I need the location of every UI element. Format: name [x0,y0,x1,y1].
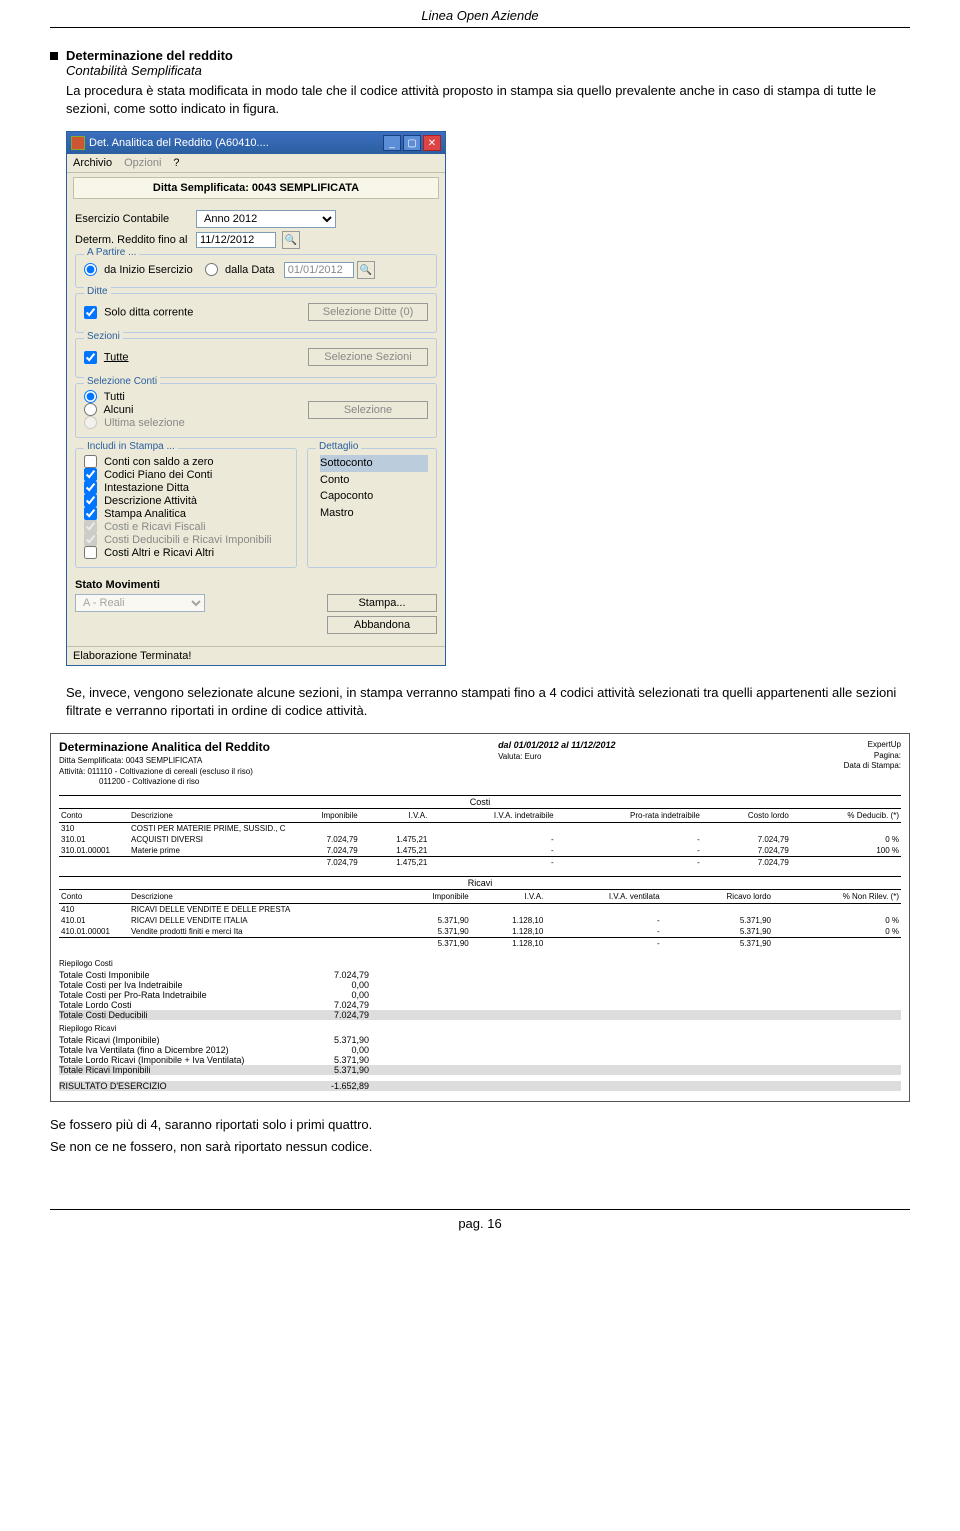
radio-ultima: Ultima selezione [84,417,185,429]
chk-saldo-zero[interactable]: Conti con saldo a zero [84,456,214,468]
app-window: Det. Analitica del Reddito (A60410.... _… [66,131,446,666]
report-period: dal 01/01/2012 al 11/12/2012 [498,740,615,750]
report-valuta: Valuta: Euro [498,752,615,762]
chk-stampa-analitica[interactable]: Stampa Analitica [84,508,186,520]
group-apartire-title: A Partire ... [84,247,139,258]
tree-sottoconto[interactable]: Sottoconto [320,455,428,472]
bullet-icon [50,52,58,60]
chk-costi-altri[interactable]: Costi Altri e Ricavi Altri [84,547,214,559]
costi-table: Conto Descrizione Imponibile I.V.A. I.V.… [59,809,901,868]
btn-stampa[interactable]: Stampa... [327,594,437,612]
riep-ric-title: Riepilogo Ricavi [59,1024,901,1033]
group-includi: Includi in Stampa ... Conti con saldo a … [75,448,297,568]
intro-paragraph: La procedura è stata modificata in modo … [66,82,910,117]
date-disabled-input [284,262,354,278]
meta-expertup: ExpertUp [844,740,901,750]
radio-tutti[interactable]: Tutti [84,391,125,403]
titlebar: Det. Analitica del Reddito (A60410.... _… [67,132,445,154]
chk-costi-deducibili: Costi Deducibili e Ricavi Imponibili [84,534,272,546]
ditta-banner: Ditta Semplificata: 0043 SEMPLIFICATA [73,177,439,199]
app-icon [71,136,85,150]
tree-capoconto[interactable]: Capoconto [320,488,428,505]
menubar: Archivio Opzioni ? [67,154,445,173]
chk-descrizione[interactable]: Descrizione Attività [84,495,197,507]
lookup-disabled-icon: 🔍 [357,261,375,279]
chk-costi-fiscali: Costi e Ricavi Fiscali [84,521,206,533]
report-sub1: Ditta Semplificata: 0043 SEMPLIFICATA [59,756,270,766]
report-sub2a: Attività: 011110 - Coltivazione di cerea… [59,767,270,777]
chk-tutte[interactable]: Tutte [84,351,199,364]
esercizio-select[interactable]: Anno 2012 [196,210,336,228]
determ-input[interactable] [196,232,276,248]
esercizio-label: Esercizio Contabile [75,213,190,225]
group-sezioni-title: Sezioni [84,331,123,342]
menu-opzioni: Opzioni [124,157,161,169]
meta-data: Data di Stampa: [844,761,901,771]
radio-dalla-data[interactable]: dalla Data [205,264,275,276]
chk-codici-piano[interactable]: Codici Piano dei Conti [84,469,212,481]
section-subtitle: Contabilità Semplificata [66,63,233,78]
btn-sel-ditte: Selezione Ditte (0) [308,303,428,321]
group-dettaglio-title: Dettaglio [316,441,361,452]
menu-archivio[interactable]: Archivio [73,157,112,169]
group-ditte: Ditte Solo ditta corrente Selezione Ditt… [75,293,437,333]
mid-paragraph: Se, invece, vengono selezionate alcune s… [66,684,910,719]
chk-solo-ditta[interactable]: Solo ditta corrente [84,306,199,319]
tree-mastro[interactable]: Mastro [320,505,428,522]
page-footer: pag. 16 [50,1209,910,1243]
tree-conto[interactable]: Conto [320,472,428,489]
report-title: Determinazione Analitica del Reddito [59,740,270,754]
group-ditte-title: Ditte [84,286,111,297]
group-sezioni: Sezioni Tutte Selezione Sezioni [75,338,437,378]
menu-help[interactable]: ? [173,157,179,169]
report: Determinazione Analitica del Reddito Dit… [50,733,910,1102]
ricavi-table: Conto Descrizione Imponibile I.V.A. I.V.… [59,890,901,949]
lookup-icon[interactable]: 🔍 [282,231,300,249]
riep-costi-title: Riepilogo Costi [59,959,901,968]
btn-selezione-conti: Selezione [308,401,428,419]
stato-label: Stato Movimenti [75,579,190,591]
chk-intestazione[interactable]: Intestazione Ditta [84,482,189,494]
section-title: Determinazione del reddito [66,48,233,63]
determ-label: Determ. Reddito fino al [75,234,190,246]
group-dettaglio: Dettaglio Sottoconto Conto Capoconto Mas… [307,448,437,568]
report-sub2b: 011200 - Coltivazione di riso [59,777,270,787]
after-para-2: Se non ce ne fossero, non sarà riportato… [50,1138,910,1156]
btn-sel-sezioni: Selezione Sezioni [308,348,428,366]
radio-alcuni[interactable]: Alcuni [84,404,133,416]
group-apartire: A Partire ... da Inizio Esercizio dalla … [75,254,437,288]
group-sel-conti-title: Selezione Conti [84,376,160,387]
after-para-1: Se fossero più di 4, saranno riportati s… [50,1116,910,1134]
minimize-button[interactable]: _ [383,135,401,151]
group-includi-title: Includi in Stampa ... [84,441,178,452]
group-sel-conti: Selezione Conti Tutti Alcuni Ultima sele… [75,383,437,438]
stato-select: A - Reali [75,594,205,612]
close-button[interactable]: ✕ [423,135,441,151]
costi-header: Costi [59,795,901,809]
maximize-button[interactable]: ▢ [403,135,421,151]
window-title: Det. Analitica del Reddito (A60410.... [89,137,269,149]
ricavi-header: Ricavi [59,876,901,890]
page-header: Linea Open Aziende [50,0,910,28]
btn-abbandona[interactable]: Abbandona [327,616,437,634]
radio-inizio[interactable]: da Inizio Esercizio [84,264,193,276]
meta-pagina: Pagina: [844,751,901,761]
statusbar: Elaborazione Terminata! [67,646,445,665]
